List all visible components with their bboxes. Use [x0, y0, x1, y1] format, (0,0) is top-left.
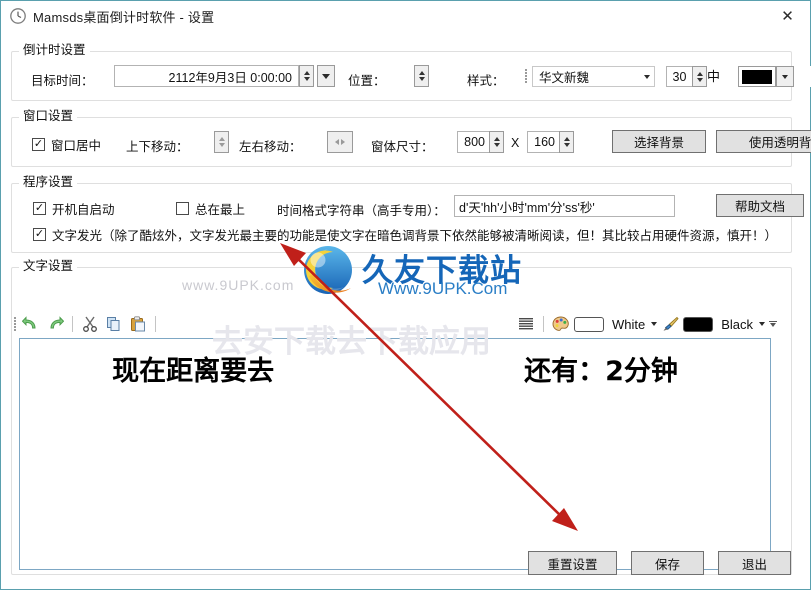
toolbar-grip[interactable]: [11, 316, 18, 332]
checkbox-box[interactable]: ✓: [32, 138, 45, 151]
font-family-combo[interactable]: 华文新魏: [532, 66, 655, 87]
choose-background-button[interactable]: 选择背景: [612, 130, 706, 153]
title-bar: Mamsds桌面倒计时软件 - 设置 ✕: [1, 1, 810, 31]
align-justify-icon[interactable]: [515, 314, 537, 334]
toolbar-separator: [155, 316, 156, 332]
chevron-down-icon[interactable]: [759, 322, 765, 326]
chevron-down-icon[interactable]: [651, 322, 658, 326]
time-format-input[interactable]: d'天'hh'小时'mm'分'ss'秒': [454, 195, 675, 217]
text-editor-toolbar: White Black: [11, 312, 779, 336]
text-editor[interactable]: 现在距离要去 还有：2分钟: [19, 338, 771, 570]
text-color-dropdown-button[interactable]: [776, 66, 794, 87]
brush-icon[interactable]: [659, 314, 681, 334]
editor-text-left: 现在距离要去: [112, 356, 275, 387]
window-height-spinner[interactable]: [559, 131, 574, 153]
footer-bar: 重置设置 保存 退出: [1, 547, 810, 589]
cut-icon[interactable]: [79, 314, 101, 334]
checkbox-box[interactable]: [176, 202, 189, 215]
settings-content: 倒计时设置 目标时间： 2112年9月3日 0:00:00 位置： 样式： 华文…: [1, 31, 811, 589]
position-label: 位置：: [348, 74, 386, 88]
horizontal-move-spinner[interactable]: [327, 131, 353, 153]
target-time-spinner[interactable]: [299, 65, 314, 87]
reset-settings-button[interactable]: 重置设置: [528, 551, 617, 575]
toolbar-overflow-button[interactable]: [767, 314, 779, 334]
style-label: 样式：: [467, 74, 505, 88]
transparent-background-button[interactable]: 使用透明背景(荐!): [716, 130, 811, 153]
help-doc-button[interactable]: 帮助文档: [716, 194, 804, 217]
paste-icon[interactable]: [127, 314, 149, 334]
window-size-label: 窗体尺寸：: [371, 140, 434, 154]
toolbar-separator: [72, 316, 73, 332]
checkbox-box[interactable]: ✓: [33, 228, 46, 241]
window-center-label: 窗口居中: [51, 139, 102, 153]
font-size-spinner[interactable]: [692, 66, 707, 87]
save-button[interactable]: 保存: [631, 551, 704, 575]
target-time-label: 目标时间：: [31, 74, 94, 88]
back-color-swatch[interactable]: [683, 316, 714, 332]
vertical-move-label: 上下移动：: [126, 140, 189, 154]
text-glow-label: 文字发光（除了酷炫外，文字发光最主要的功能是使文字在暗色调背景下依然能够被清晰阅…: [52, 229, 778, 243]
target-time-dropdown-button[interactable]: [317, 65, 335, 87]
font-family-value: 华文新魏: [539, 71, 590, 85]
text-color-swatch[interactable]: [738, 66, 776, 87]
back-color-name: Black: [721, 316, 753, 332]
program-group-title: 程序设置: [19, 175, 78, 190]
undo-icon[interactable]: [20, 314, 42, 334]
redo-icon[interactable]: [44, 314, 66, 334]
checkbox-box[interactable]: ✓: [33, 202, 46, 215]
countdown-settings-group: 倒计时设置 目标时间： 2112年9月3日 0:00:00 位置： 样式： 华文…: [11, 43, 811, 101]
window-title: Mamsds桌面倒计时软件 - 设置: [33, 9, 215, 25]
palette-icon[interactable]: [550, 314, 572, 334]
window-height-stepper[interactable]: 160: [527, 131, 574, 153]
font-size-value[interactable]: 30: [666, 66, 692, 87]
time-format-label: 时间格式字符串（高手专用）：: [277, 204, 446, 218]
editor-content-line[interactable]: 现在距离要去 还有：2分钟: [20, 349, 770, 388]
window-width-value[interactable]: 800: [457, 131, 489, 153]
fore-color-swatch[interactable]: [573, 316, 604, 332]
program-settings-group: 程序设置 ✓ 开机自启动 总在最上 时间格式字符串（高手专用）： d'天'hh'…: [11, 175, 804, 253]
settings-window: Mamsds桌面倒计时软件 - 设置 ✕ 倒计时设置 目标时间： 2112年9月…: [0, 0, 811, 590]
clock-icon: [9, 7, 27, 25]
countdown-group-title: 倒计时设置: [19, 43, 90, 58]
window-settings-group: 窗口设置 ✓ 窗口居中 上下移动： 左右移动： 窗体尺寸： 800 X 160: [11, 109, 811, 167]
font-size-stepper[interactable]: 30: [666, 66, 707, 87]
window-height-value[interactable]: 160: [527, 131, 559, 153]
text-color-picker[interactable]: [738, 66, 794, 87]
text-group-title: 文字设置: [19, 259, 78, 274]
fore-color-name: White: [611, 316, 646, 332]
text-glow-checkbox[interactable]: ✓ 文字发光（除了酷炫外，文字发光最主要的功能是使文字在暗色调背景下依然能够被清…: [33, 225, 777, 244]
position-spinner[interactable]: [414, 65, 429, 87]
exit-button[interactable]: 退出: [718, 551, 791, 575]
size-separator: X: [511, 136, 520, 150]
close-button[interactable]: ✕: [765, 1, 810, 30]
chevron-down-icon: [644, 74, 650, 79]
target-time-picker[interactable]: 2112年9月3日 0:00:00: [114, 65, 335, 87]
vertical-move-spinner[interactable]: [214, 131, 229, 153]
editor-text-right: 还有：2分钟: [524, 356, 678, 387]
window-width-spinner[interactable]: [489, 131, 504, 153]
target-time-input[interactable]: 2112年9月3日 0:00:00: [114, 65, 299, 87]
always-on-top-checkbox[interactable]: 总在最上: [176, 199, 245, 218]
autostart-checkbox[interactable]: ✓ 开机自启动: [33, 199, 115, 218]
copy-icon[interactable]: [103, 314, 125, 334]
window-group-title: 窗口设置: [19, 109, 78, 124]
window-center-checkbox[interactable]: ✓ 窗口居中: [32, 135, 101, 154]
horizontal-move-label: 左右移动：: [239, 140, 302, 154]
window-width-stepper[interactable]: 800: [457, 131, 504, 153]
style-toolstrip-grip[interactable]: [522, 68, 529, 84]
toolbar-separator: [542, 316, 544, 332]
autostart-label: 开机自启动: [52, 203, 115, 217]
always-on-top-label: 总在最上: [195, 203, 246, 217]
